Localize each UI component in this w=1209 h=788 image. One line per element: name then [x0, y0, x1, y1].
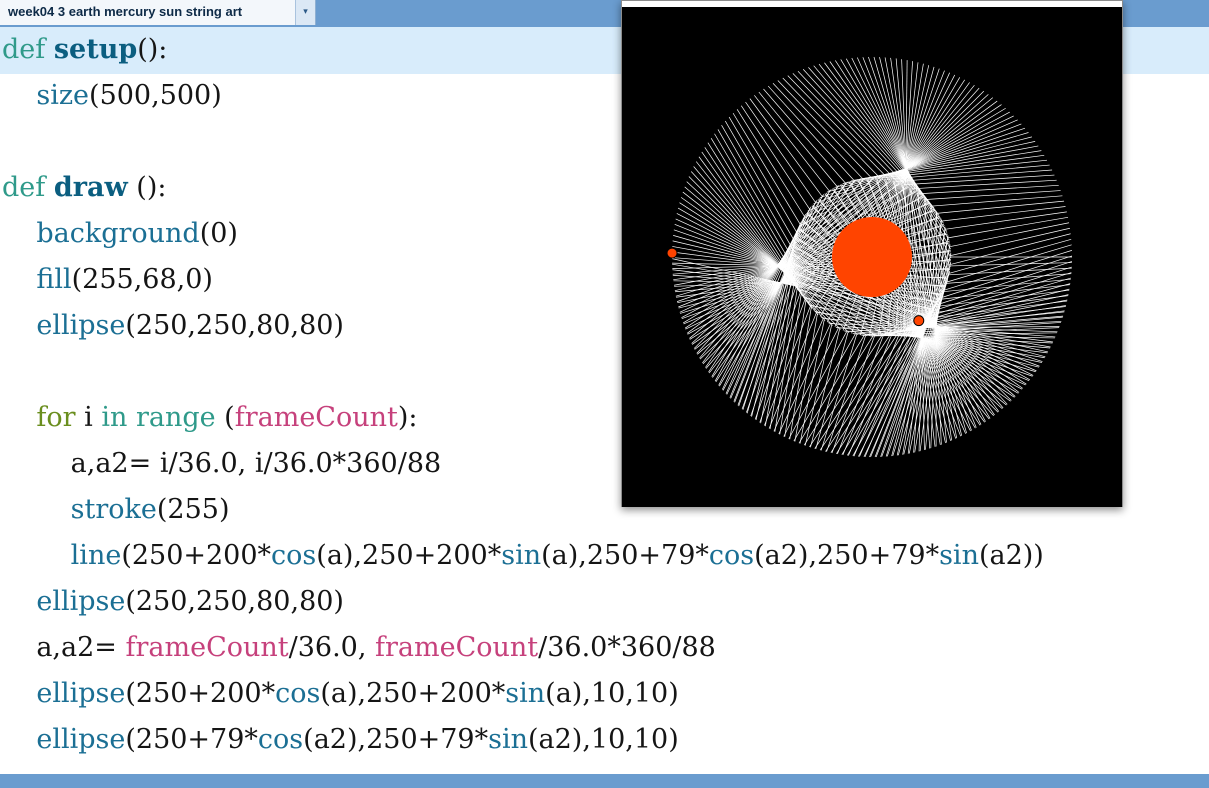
code-token: (250,250,80,80)	[125, 586, 344, 617]
code-token: a,a2= i/36.0, i/36.0*360/88	[2, 448, 442, 479]
code-token: ellipse	[36, 678, 126, 709]
code-line: def setup():	[2, 27, 167, 73]
code-token: fill	[36, 264, 72, 295]
code-line: ellipse(250,250,80,80)	[2, 579, 344, 625]
code-token: (a2),10,10)	[528, 724, 679, 755]
tab-menu-arrow-icon[interactable]: ▾	[296, 0, 316, 25]
code-line: stroke(255)	[2, 487, 230, 533]
code-token: setup	[53, 34, 138, 65]
code-token: (500,500)	[89, 80, 222, 111]
code-token: line	[70, 540, 122, 571]
code-token: stroke	[70, 494, 157, 525]
code-token: size	[36, 80, 90, 111]
sketch-window[interactable]	[621, 0, 1123, 507]
code-token: frameCount	[234, 402, 398, 433]
code-token: (250+79*	[125, 724, 258, 755]
code-line: line(250+200*cos(a),250+200*sin(a),250+7…	[2, 533, 1044, 579]
code-token: /36.0*360/88	[538, 632, 716, 663]
code-token: (250+200*	[121, 540, 272, 571]
code-token: ellipse	[36, 310, 126, 341]
code-token: sin	[505, 678, 546, 709]
code-line: ellipse(250,250,80,80)	[2, 303, 344, 349]
code-line: size(500,500)	[2, 73, 222, 119]
code-token: ellipse	[36, 586, 126, 617]
code-token: ():	[127, 172, 167, 203]
code-line: ellipse(250+79*cos(a2),250+79*sin(a2),10…	[2, 717, 679, 763]
tab-sketch[interactable]: week04 3 earth mercury sun string art	[0, 0, 296, 25]
code-token: (a),250+200*	[316, 540, 502, 571]
code-token: (255)	[156, 494, 230, 525]
code-token: sin	[488, 724, 528, 755]
code-token: for	[36, 402, 76, 433]
code-token: frameCount	[125, 632, 289, 663]
code-token: def	[2, 34, 46, 65]
code-token: in	[101, 402, 128, 433]
code-token: (250+200*	[125, 678, 276, 709]
code-token: sin	[501, 540, 542, 571]
code-token: (a),250+200*	[320, 678, 506, 709]
code-line: ellipse(250+200*cos(a),250+200*sin(a),10…	[2, 671, 679, 717]
code-token: ):	[397, 402, 418, 433]
code-token: def	[2, 172, 46, 203]
sketch-canvas	[622, 7, 1122, 507]
code-token: cos	[271, 540, 317, 571]
code-token: ellipse	[36, 724, 126, 755]
code-line: def draw ():	[2, 165, 166, 211]
code-token: (a),250+79*	[541, 540, 709, 571]
code-line: a,a2= frameCount/36.0, frameCount/36.0*3…	[2, 625, 716, 671]
sun-ellipse	[832, 217, 912, 297]
code-token: (a2),250+79*	[754, 540, 940, 571]
mercury-ellipse	[913, 315, 925, 327]
code-token: /36.0,	[288, 632, 376, 663]
code-token: (a),10,10)	[545, 678, 679, 709]
code-token: cos	[275, 678, 321, 709]
code-line: for i in range (frameCount):	[2, 395, 417, 441]
code-token: (a2))	[978, 540, 1044, 571]
code-line: background(0)	[2, 211, 238, 257]
code-token: frameCount	[375, 632, 539, 663]
code-line: fill(255,68,0)	[2, 257, 213, 303]
code-token: draw	[53, 172, 128, 203]
code-line: a,a2= i/36.0, i/36.0*360/88	[2, 441, 442, 487]
code-token: sin	[939, 540, 979, 571]
code-token: (a2),250+79*	[303, 724, 489, 755]
code-token: (255,68,0)	[71, 264, 213, 295]
status-bar	[0, 774, 1209, 788]
code-token: (250,250,80,80)	[125, 310, 344, 341]
earth-ellipse	[666, 247, 678, 259]
code-token: (	[215, 402, 235, 433]
code-token: range	[135, 402, 216, 433]
code-token: cos	[708, 540, 755, 571]
code-token: ():	[137, 34, 168, 65]
code-token: a,a2=	[2, 632, 126, 663]
code-token: i	[75, 402, 102, 433]
code-token: (0)	[199, 218, 238, 249]
code-token: background	[36, 218, 200, 249]
code-token: cos	[257, 724, 304, 755]
